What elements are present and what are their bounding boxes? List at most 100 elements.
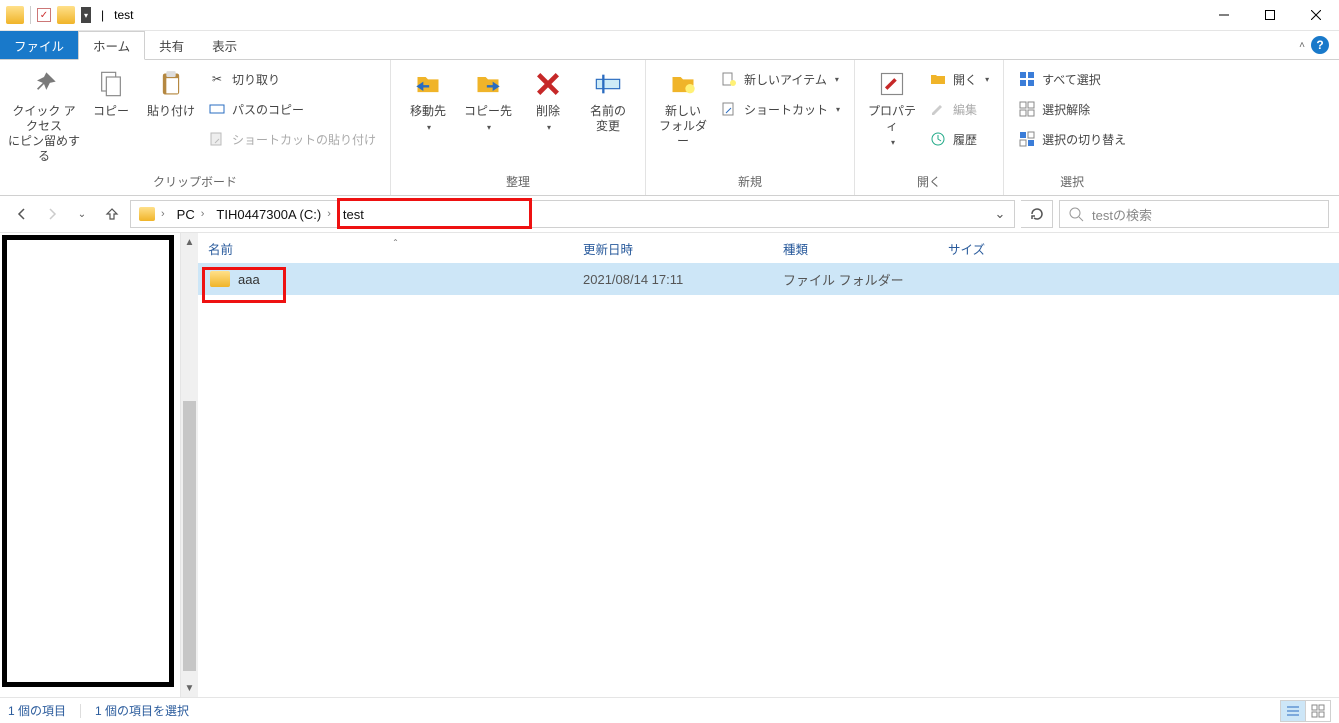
pin-icon bbox=[27, 68, 61, 100]
select-none-button[interactable]: 選択解除 bbox=[1012, 96, 1132, 122]
rename-icon bbox=[591, 68, 625, 100]
thumbnails-view-button[interactable] bbox=[1305, 700, 1331, 722]
column-type[interactable]: 種類 bbox=[783, 239, 948, 258]
path-icon bbox=[208, 100, 226, 118]
new-folder-button[interactable]: 新しい フォルダー bbox=[654, 64, 712, 149]
view-switcher bbox=[1281, 700, 1331, 722]
row-date: 2021/08/14 17:11 bbox=[583, 272, 783, 287]
paste-shortcut-button[interactable]: ショートカットの貼り付け bbox=[202, 126, 382, 152]
group-label-clipboard: クリップボード bbox=[0, 170, 390, 195]
history-button[interactable]: 履歴 bbox=[923, 126, 995, 152]
invert-icon bbox=[1018, 130, 1036, 148]
scroll-down-button[interactable]: ▼ bbox=[181, 679, 198, 697]
newfolder-icon bbox=[666, 68, 700, 100]
folder-icon bbox=[6, 6, 24, 24]
address-bar[interactable]: › PC› TIH0447300A (C:)› test ⌄ bbox=[130, 200, 1015, 228]
search-box[interactable]: testの検索 bbox=[1059, 200, 1329, 228]
help-icon[interactable]: ? bbox=[1311, 36, 1329, 54]
selectnone-icon bbox=[1018, 100, 1036, 118]
recent-locations-button[interactable]: ⌄ bbox=[70, 202, 94, 226]
paste-button[interactable]: 貼り付け bbox=[142, 64, 200, 119]
newitem-icon bbox=[720, 70, 738, 88]
properties-icon bbox=[875, 68, 909, 100]
checkbox-icon[interactable]: ✓ bbox=[37, 8, 51, 22]
column-name[interactable]: 名前 ⌃ bbox=[208, 239, 583, 258]
new-shortcut-button[interactable]: ショートカット▾ bbox=[714, 96, 846, 122]
group-clipboard: クイック アクセス にピン留めする コピー 貼り付け ✂ 切り取り パスのコピー bbox=[0, 60, 391, 195]
status-bar: 1 個の項目 1 個の項目を選択 bbox=[0, 697, 1339, 723]
minimize-button[interactable] bbox=[1201, 0, 1247, 31]
history-icon bbox=[929, 130, 947, 148]
copy-button[interactable]: コピー bbox=[82, 64, 140, 119]
collapse-ribbon-button[interactable]: ˄ bbox=[1299, 40, 1305, 51]
back-button[interactable] bbox=[10, 202, 34, 226]
open-button[interactable]: 開く▾ bbox=[923, 66, 995, 92]
pin-to-quickaccess-button[interactable]: クイック アクセス にピン留めする bbox=[8, 64, 80, 164]
scissors-icon: ✂ bbox=[208, 70, 226, 88]
select-all-button[interactable]: すべて選択 bbox=[1012, 66, 1132, 92]
cut-button[interactable]: ✂ 切り取り bbox=[202, 66, 382, 92]
status-item-count: 1 個の項目 bbox=[8, 702, 66, 719]
ribbon-tabs: ファイル ホーム 共有 表示 ˄ ? bbox=[0, 31, 1339, 59]
qat-dropdown[interactable]: ▾ bbox=[81, 7, 91, 23]
group-label-organize: 整理 bbox=[391, 170, 645, 195]
openfolder-icon bbox=[929, 70, 947, 88]
close-button[interactable] bbox=[1293, 0, 1339, 31]
row-name: aaa bbox=[238, 272, 260, 287]
copy-icon bbox=[94, 68, 128, 100]
group-new: 新しい フォルダー 新しいアイテム▾ ショートカット▾ 新規 bbox=[646, 60, 855, 195]
properties-button[interactable]: プロパティ▾ bbox=[863, 64, 921, 147]
paste-icon bbox=[154, 68, 188, 100]
details-view-button[interactable] bbox=[1280, 700, 1306, 722]
group-label-open: 開く bbox=[855, 170, 1003, 195]
tab-share[interactable]: 共有 bbox=[145, 31, 198, 59]
column-headers: 名前 ⌃ 更新日時 種類 サイズ bbox=[198, 233, 1339, 263]
new-item-button[interactable]: 新しいアイテム▾ bbox=[714, 66, 846, 92]
group-open: プロパティ▾ 開く▾ 編集 履歴 開く bbox=[855, 60, 1004, 195]
group-select: すべて選択 選択解除 選択の切り替え 選択 bbox=[1004, 60, 1140, 195]
breadcrumb-drive[interactable]: TIH0447300A (C:)› bbox=[208, 201, 334, 227]
tab-home[interactable]: ホーム bbox=[78, 31, 145, 60]
shortcut-icon bbox=[208, 130, 226, 148]
refresh-button[interactable] bbox=[1021, 200, 1053, 228]
window-controls bbox=[1201, 0, 1339, 31]
breadcrumb-pc[interactable]: PC› bbox=[169, 201, 209, 227]
forward-button[interactable] bbox=[40, 202, 64, 226]
navpane-scrollbar[interactable]: ▲ ▼ bbox=[180, 233, 198, 697]
copy-to-button[interactable]: コピー先▾ bbox=[459, 64, 517, 132]
tab-file[interactable]: ファイル bbox=[0, 31, 78, 59]
up-button[interactable] bbox=[100, 202, 124, 226]
redacted-box bbox=[2, 235, 174, 687]
moveto-icon bbox=[411, 68, 445, 100]
row-type: ファイル フォルダー bbox=[783, 270, 948, 289]
navigation-pane[interactable] bbox=[0, 233, 180, 697]
copy-path-button[interactable]: パスのコピー bbox=[202, 96, 382, 122]
edit-button[interactable]: 編集 bbox=[923, 96, 995, 122]
folder-icon bbox=[57, 6, 75, 24]
delete-icon bbox=[531, 68, 565, 100]
scrollbar-thumb[interactable] bbox=[183, 401, 196, 671]
group-label-select: 選択 bbox=[1004, 170, 1140, 195]
invert-selection-button[interactable]: 選択の切り替え bbox=[1012, 126, 1132, 152]
content-area: ▲ ▼ 名前 ⌃ 更新日時 種類 サイズ aaa 2021/08/14 17:1… bbox=[0, 233, 1339, 697]
move-to-button[interactable]: 移動先▾ bbox=[399, 64, 457, 132]
breadcrumb-folder[interactable]: test bbox=[335, 201, 368, 227]
quick-access-toolbar: ✓ ▾ | test bbox=[0, 6, 139, 24]
table-row[interactable]: aaa 2021/08/14 17:11 ファイル フォルダー bbox=[198, 263, 1339, 295]
window-title: test bbox=[114, 8, 133, 22]
scroll-up-button[interactable]: ▲ bbox=[181, 233, 198, 251]
navigation-bar: ⌄ › PC› TIH0447300A (C:)› test ⌄ testの検索 bbox=[0, 196, 1339, 233]
folder-icon bbox=[139, 207, 155, 221]
selectall-icon bbox=[1018, 70, 1036, 88]
rename-button[interactable]: 名前の 変更 bbox=[579, 64, 637, 134]
search-placeholder: testの検索 bbox=[1092, 205, 1152, 224]
separator bbox=[30, 6, 31, 24]
file-list: 名前 ⌃ 更新日時 種類 サイズ aaa 2021/08/14 17:11 ファ… bbox=[198, 233, 1339, 697]
tab-view[interactable]: 表示 bbox=[198, 31, 251, 59]
address-dropdown[interactable]: ⌄ bbox=[986, 206, 1014, 222]
maximize-button[interactable] bbox=[1247, 0, 1293, 31]
column-date[interactable]: 更新日時 bbox=[583, 239, 783, 258]
column-size[interactable]: サイズ bbox=[948, 239, 1068, 258]
group-label-new: 新規 bbox=[646, 170, 854, 195]
delete-button[interactable]: 削除▾ bbox=[519, 64, 577, 132]
